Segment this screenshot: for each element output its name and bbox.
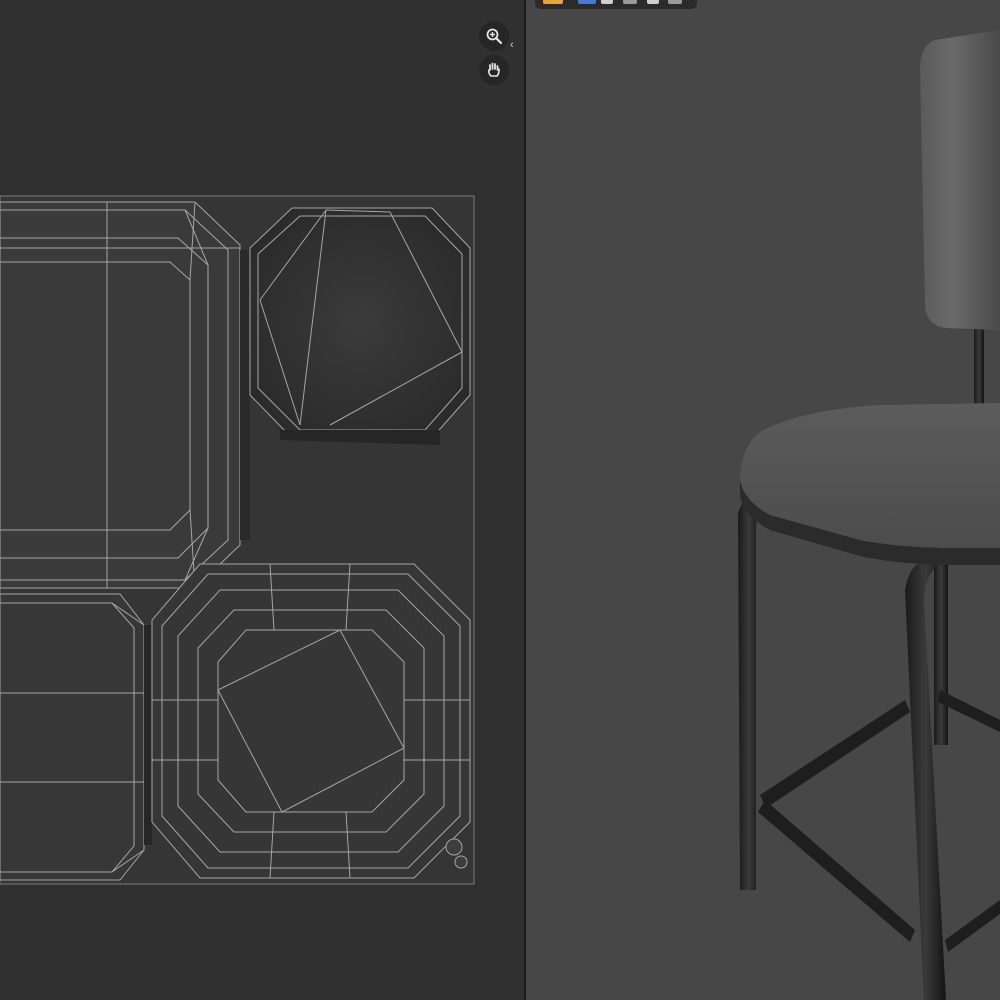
mode-icon[interactable] bbox=[578, 0, 596, 4]
shading-icon[interactable] bbox=[623, 0, 637, 4]
chair-model[interactable] bbox=[738, 30, 1000, 1000]
viewport-header[interactable] bbox=[535, 0, 697, 9]
chair-stretcher bbox=[945, 900, 1000, 952]
chair-stretcher bbox=[760, 700, 910, 808]
shading-dropdown-icon[interactable] bbox=[647, 0, 659, 4]
select-box-icon[interactable] bbox=[543, 0, 563, 4]
sidebar-toggle[interactable]: ‹ › bbox=[510, 36, 525, 54]
chevron-left-icon[interactable]: ‹ bbox=[510, 36, 514, 54]
viewport-canvas[interactable] bbox=[526, 0, 1000, 1000]
uv-island-seat-bottom bbox=[151, 563, 471, 879]
uv-island-backrest bbox=[0, 201, 250, 589]
chair-stretcher bbox=[758, 800, 915, 942]
uv-island-seat-top bbox=[249, 207, 471, 445]
zoom-button[interactable] bbox=[479, 21, 509, 51]
chair-front-leg bbox=[738, 500, 760, 890]
pan-button[interactable] bbox=[479, 55, 509, 85]
overlay-icon[interactable] bbox=[601, 0, 613, 4]
3d-viewport[interactable] bbox=[526, 0, 1000, 1000]
zoom-in-icon bbox=[486, 28, 503, 45]
uv-editor-panel[interactable]: ‹ › bbox=[0, 0, 525, 1000]
uv-island-seat-panel bbox=[0, 593, 152, 881]
chair-back-post bbox=[974, 328, 984, 413]
uv-canvas[interactable] bbox=[0, 0, 525, 1000]
hand-pan-icon bbox=[487, 62, 500, 77]
chair-backrest bbox=[920, 30, 1000, 330]
shading-dropdown-icon[interactable] bbox=[668, 0, 682, 4]
